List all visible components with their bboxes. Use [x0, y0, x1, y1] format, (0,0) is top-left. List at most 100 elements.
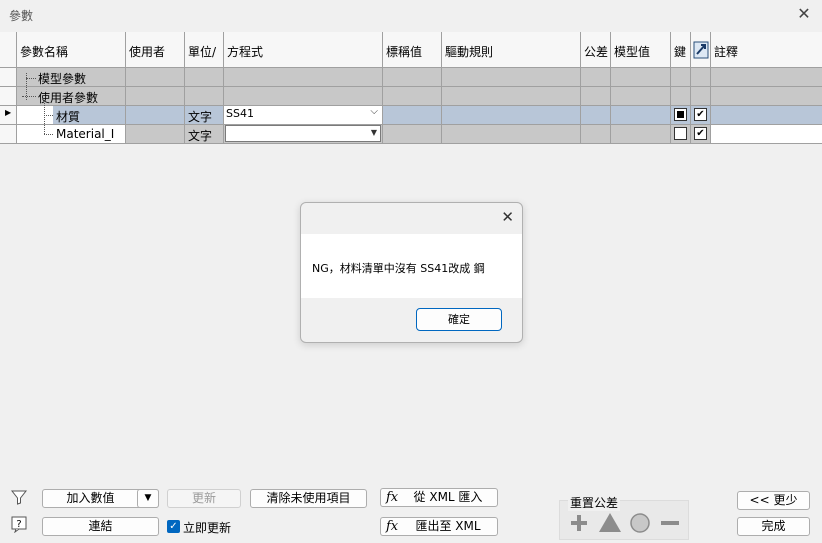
cell [383, 87, 442, 106]
row-header-corner [0, 32, 17, 68]
param-name-material-i[interactable]: Material_I [53, 125, 126, 144]
column-header-tolerance[interactable]: 公差 [581, 32, 611, 68]
cell [224, 87, 383, 106]
column-header-user[interactable]: 使用者 [126, 32, 185, 68]
row-header[interactable] [0, 68, 17, 87]
cell-equation[interactable]: SS41 ⌵ [224, 106, 383, 125]
column-header-key[interactable]: 鍵 [671, 32, 691, 68]
cell [581, 87, 611, 106]
cell-key[interactable] [671, 106, 691, 125]
cell-model-value [611, 125, 671, 144]
equation-value: SS41 [226, 107, 254, 120]
import-xml-button[interactable]: fx 從 XML 匯入 [380, 488, 498, 507]
link-button[interactable]: 連結 [42, 517, 159, 536]
cell-unit[interactable]: 文字 [185, 106, 224, 125]
column-header-export[interactable] [691, 32, 711, 68]
column-header-model-value[interactable]: 模型值 [611, 32, 671, 68]
dialog-message: NG，材料清單中沒有 SS41改成 鋼 [312, 262, 485, 275]
cell-equation[interactable]: ▼ [224, 125, 383, 144]
title-bar: 參數 ✕ [0, 0, 822, 31]
circle-icon[interactable] [627, 510, 653, 536]
less-button[interactable]: << 更少 [737, 491, 810, 510]
cell-export[interactable]: ✔ [691, 125, 711, 144]
cell [691, 87, 711, 106]
key-checkbox[interactable] [674, 127, 687, 140]
tree-line [44, 134, 53, 135]
export-param-icon [693, 41, 709, 59]
row-header[interactable] [0, 87, 17, 106]
tree-line [44, 115, 53, 116]
cell [224, 68, 383, 87]
column-header-nominal[interactable]: 標稱值 [383, 32, 442, 68]
window-title: 參數 [9, 9, 34, 23]
column-header-unit[interactable]: 單位/ [185, 32, 224, 68]
column-header-driving-rule[interactable]: 驅動規則 [442, 32, 581, 68]
cell [442, 87, 581, 106]
window-close-icon[interactable]: ✕ [794, 4, 814, 24]
cell [126, 68, 185, 87]
cell [383, 68, 442, 87]
cell [711, 68, 822, 87]
cell-comment[interactable] [711, 106, 822, 125]
tree-line [22, 96, 36, 97]
cell-tolerance[interactable] [581, 106, 611, 125]
cell-model-value[interactable] [611, 106, 671, 125]
cell [671, 68, 691, 87]
key-checkbox[interactable] [674, 108, 687, 121]
dialog-body: NG，材料清單中沒有 SS41改成 鋼 [301, 234, 522, 298]
cell [185, 68, 224, 87]
cell-export[interactable]: ✔ [691, 106, 711, 125]
plus-icon[interactable] [566, 510, 592, 536]
export-xml-button[interactable]: fx 匯出至 XML [380, 517, 498, 536]
minus-icon[interactable] [657, 510, 683, 536]
clear-unused-button[interactable]: 清除未使用項目 [250, 489, 367, 508]
svg-text:?: ? [16, 519, 21, 530]
equation-combo[interactable]: SS41 ⌵ [224, 106, 381, 123]
done-button[interactable]: 完成 [737, 517, 810, 536]
dialog-close-icon[interactable]: ✕ [501, 208, 514, 226]
immediate-update-checkbox[interactable]: ✓ [167, 520, 180, 533]
cell-driving-rule[interactable] [442, 106, 581, 125]
column-header-equation[interactable]: 方程式 [224, 32, 383, 68]
current-row-indicator-icon[interactable]: ▶ [0, 106, 17, 125]
row-header[interactable] [0, 125, 17, 144]
export-checkbox[interactable]: ✔ [694, 127, 707, 140]
fx-icon: fx [386, 490, 399, 505]
cell [442, 68, 581, 87]
cell [611, 68, 671, 87]
immediate-update-label[interactable]: 立即更新 [183, 519, 231, 536]
cell-nominal[interactable] [383, 106, 442, 125]
tree-line [44, 101, 45, 134]
export-checkbox[interactable]: ✔ [694, 108, 707, 121]
cell [711, 87, 822, 106]
cell [691, 68, 711, 87]
triangle-icon[interactable] [597, 510, 623, 536]
cell-key[interactable] [671, 125, 691, 144]
import-xml-label: 從 XML 匯入 [413, 490, 483, 504]
equation-combo[interactable]: ▼ [225, 125, 381, 142]
cell-nominal [383, 125, 442, 144]
update-button[interactable]: 更新 [167, 489, 241, 508]
column-header-name[interactable]: 參數名稱 [17, 32, 126, 68]
cell-comment[interactable] [711, 125, 822, 144]
chevron-down-icon[interactable]: ⌵ [370, 106, 378, 117]
fx-icon: fx [386, 519, 399, 534]
cell-unit[interactable]: 文字 [185, 125, 224, 144]
ok-button[interactable]: 確定 [416, 308, 502, 331]
cell [671, 87, 691, 106]
cell [611, 87, 671, 106]
reset-tolerance-label: 重置公差 [568, 494, 621, 511]
dropdown-arrow-icon[interactable]: ▼ [371, 128, 377, 137]
column-header-comment[interactable]: 註釋 [711, 32, 822, 68]
filter-icon[interactable] [9, 488, 29, 508]
help-icon[interactable]: ? [9, 515, 29, 535]
cell [126, 87, 185, 106]
cell-user[interactable] [126, 106, 185, 125]
cell-driving-rule [442, 125, 581, 144]
cell-tolerance [581, 125, 611, 144]
param-name-material[interactable]: 材質 [53, 106, 126, 125]
add-value-dropdown-icon[interactable]: ▼ [137, 489, 159, 508]
cell-user [126, 125, 185, 144]
cell [581, 68, 611, 87]
export-xml-label: 匯出至 XML [415, 519, 481, 533]
